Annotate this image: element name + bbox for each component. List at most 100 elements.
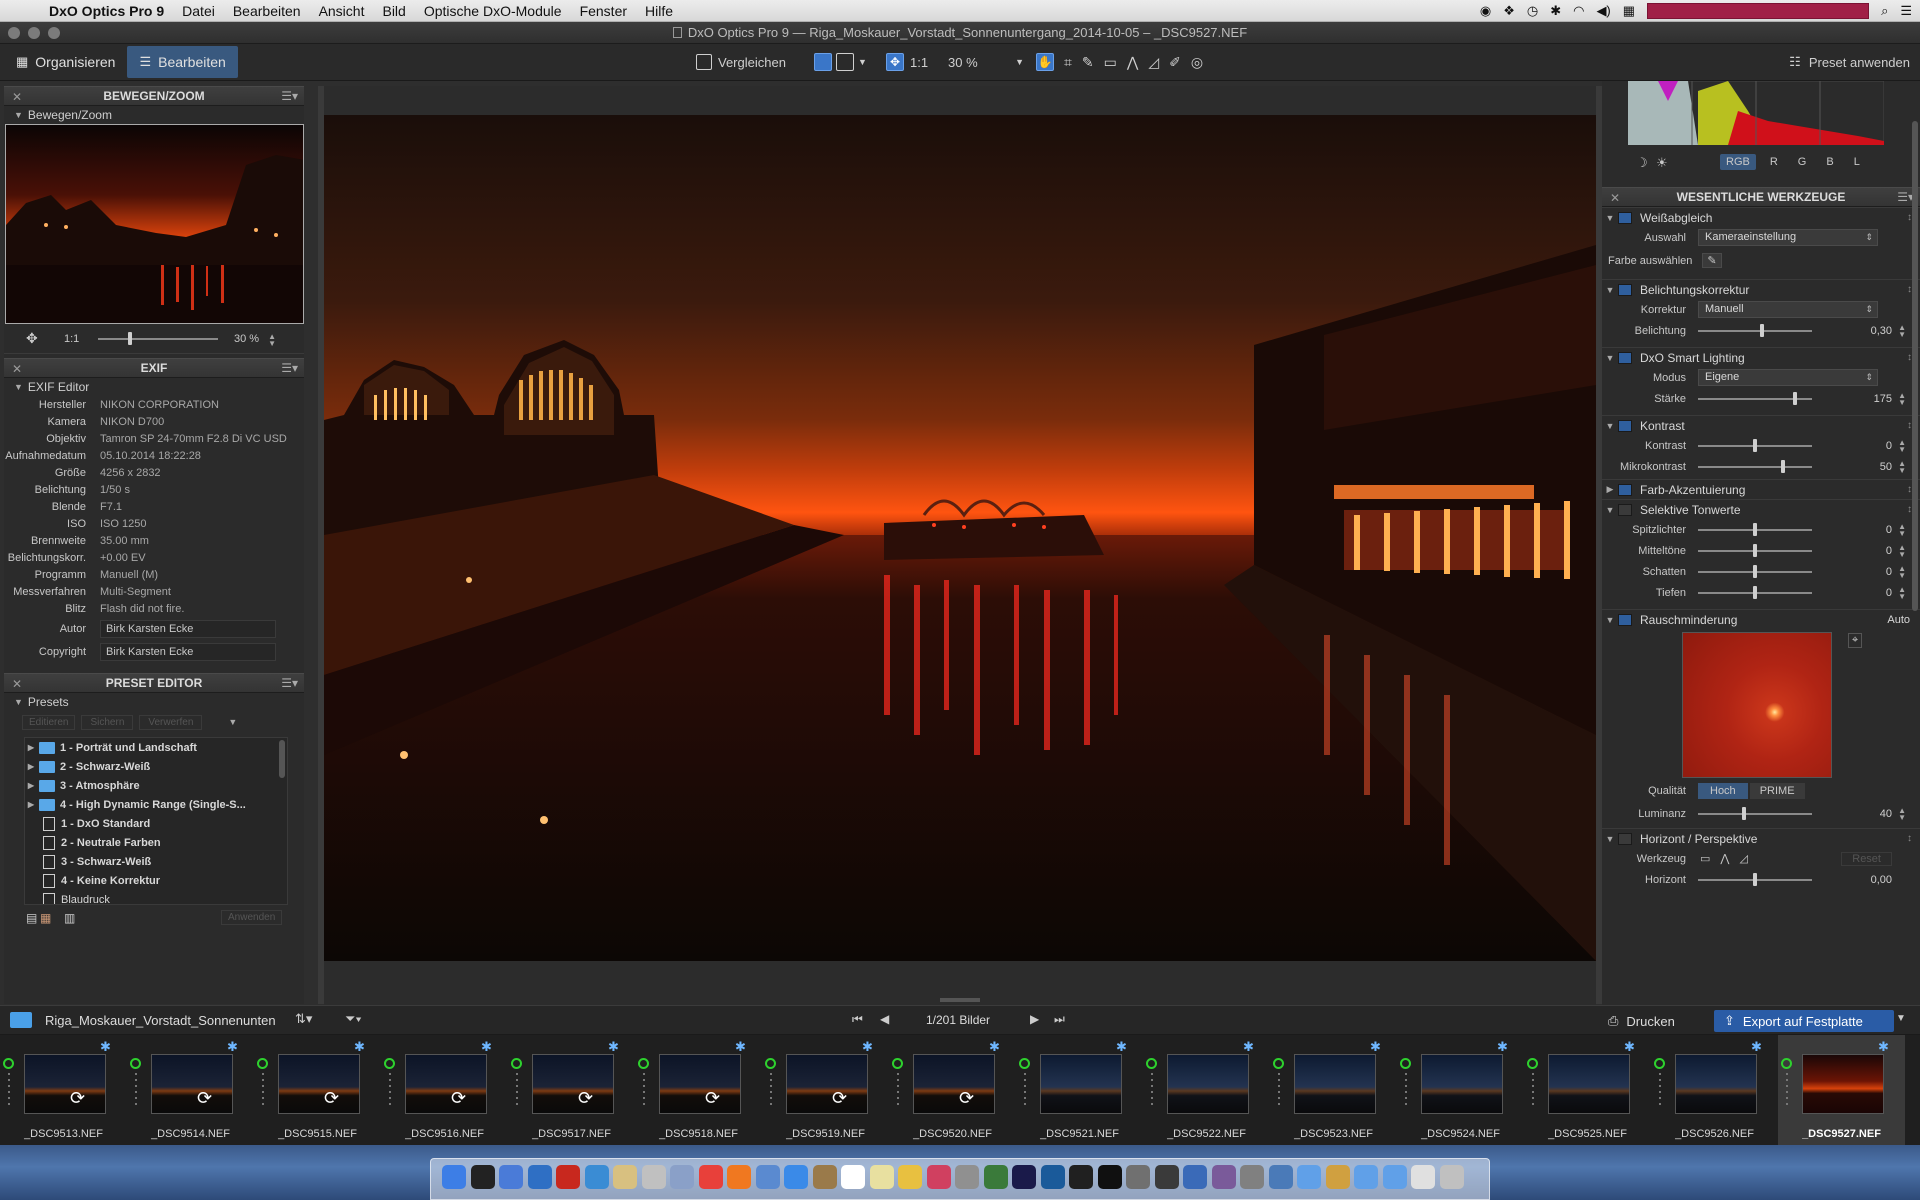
tone-stepper[interactable]: ▲ ▼ bbox=[1898, 522, 1906, 537]
tones-toggle[interactable] bbox=[1618, 503, 1632, 516]
preset-tree-item[interactable]: Blaudruck bbox=[25, 890, 287, 904]
dock-app-icon[interactable] bbox=[1097, 1165, 1122, 1189]
exif-value[interactable]: 1/50 s bbox=[100, 484, 130, 496]
dock-app-icon[interactable] bbox=[1183, 1165, 1207, 1189]
dock-app-icon[interactable] bbox=[584, 1165, 609, 1189]
tone-slider[interactable] bbox=[1698, 564, 1812, 578]
microcontrast-value[interactable]: 50 bbox=[1852, 461, 1892, 473]
exif-value[interactable]: NIKON CORPORATION bbox=[100, 399, 219, 411]
drag-handle[interactable] bbox=[516, 1073, 518, 1105]
menu-fenster[interactable]: Fenster bbox=[571, 3, 636, 19]
horizon-thumb[interactable] bbox=[1753, 872, 1757, 886]
move-zoom-section[interactable]: ▼ Bewegen/Zoom bbox=[4, 106, 304, 124]
menu-bild[interactable]: Bild bbox=[373, 3, 414, 19]
exif-value[interactable]: Multi-Segment bbox=[100, 586, 171, 598]
tone-slider-thumb[interactable] bbox=[1753, 543, 1757, 557]
pin-icon[interactable]: ↕ bbox=[1907, 833, 1912, 844]
export-button[interactable]: ⇪ Export auf Festplatte bbox=[1714, 1010, 1894, 1032]
loupe-icon[interactable]: ⌖ bbox=[1848, 633, 1863, 648]
dock-app-icon[interactable] bbox=[727, 1165, 751, 1189]
drag-handle[interactable] bbox=[643, 1073, 645, 1105]
tools-scrollbar[interactable] bbox=[1912, 121, 1918, 611]
close-icon[interactable]: ✕ bbox=[12, 362, 22, 376]
dock-app-icon[interactable] bbox=[955, 1165, 979, 1189]
crop-icon[interactable]: ⌗ bbox=[1064, 54, 1072, 71]
exposure-slider-thumb[interactable] bbox=[1760, 323, 1764, 337]
thumbnail-image[interactable] bbox=[1167, 1054, 1249, 1114]
eyedropper-icon[interactable]: ✎ bbox=[1082, 54, 1094, 71]
exif-value[interactable]: 05.10.2014 18:22:28 bbox=[100, 450, 201, 462]
sort-icon[interactable]: ⇅▾ bbox=[295, 1011, 312, 1027]
exif-editor-section[interactable]: ▼ EXIF Editor bbox=[4, 378, 304, 396]
dock-app-icon[interactable] bbox=[1240, 1165, 1264, 1189]
triangle-right-icon[interactable]: ▶ bbox=[25, 743, 37, 752]
horizon-value[interactable]: 0,00 bbox=[1852, 874, 1892, 886]
exif-value[interactable]: Flash did not fire. bbox=[100, 603, 184, 615]
volume-icon[interactable]: ◀) bbox=[1596, 3, 1610, 19]
color-accent-section[interactable]: ▶ Farb-Akzentuierung ↕ bbox=[1602, 479, 1920, 499]
luminance-thumb[interactable] bbox=[1742, 806, 1746, 820]
thumbnail-image[interactable] bbox=[1548, 1054, 1630, 1114]
contrast-stepper[interactable]: ▲ ▼ bbox=[1898, 438, 1906, 453]
tone-slider[interactable] bbox=[1698, 522, 1812, 536]
star-icon[interactable]: ✱ bbox=[481, 1039, 492, 1055]
filmstrip-thumb[interactable]: ✱ _DSC9521.NEF bbox=[1016, 1035, 1143, 1145]
drag-handle[interactable] bbox=[8, 1073, 10, 1105]
tone-value[interactable]: 0 bbox=[1852, 545, 1892, 557]
perspective-icon[interactable]: ⋀ bbox=[1127, 54, 1138, 71]
dock-app-icon[interactable] bbox=[1211, 1165, 1236, 1189]
thumbnail-image[interactable] bbox=[913, 1054, 995, 1114]
next-image-icon[interactable]: ▶ bbox=[1030, 1012, 1039, 1026]
dock-app-icon[interactable] bbox=[470, 1165, 495, 1189]
dock-app-icon[interactable] bbox=[1297, 1165, 1321, 1189]
noise-section[interactable]: ▼ Rauschminderung Auto bbox=[1602, 609, 1920, 629]
preset-tree-item[interactable]: ▶ 2 - Schwarz-Weiß bbox=[25, 757, 287, 776]
quality-prime-button[interactable]: PRIME bbox=[1749, 783, 1805, 799]
noise-toggle[interactable] bbox=[1618, 613, 1632, 626]
discard-preset-button[interactable]: Verwerfen bbox=[139, 714, 203, 730]
smart-lighting-section[interactable]: ▼ DxO Smart Lighting ↕ bbox=[1602, 347, 1920, 367]
channel-l[interactable]: L bbox=[1848, 154, 1866, 170]
drag-handle[interactable] bbox=[135, 1073, 137, 1105]
dock-app-icon[interactable] bbox=[812, 1165, 837, 1189]
duplicate-icon[interactable]: ▥ bbox=[64, 911, 75, 925]
dock-app-icon[interactable] bbox=[613, 1165, 637, 1189]
dock-app-icon[interactable] bbox=[869, 1165, 894, 1189]
print-button[interactable]: ⎙ Drucken bbox=[1608, 1010, 1675, 1032]
navigator-preview[interactable] bbox=[5, 124, 304, 324]
panel-menu-icon[interactable]: ☰▾ bbox=[281, 361, 298, 375]
dock-app-icon[interactable] bbox=[698, 1165, 723, 1189]
keystone-tool-icon[interactable]: ◿ bbox=[1739, 852, 1747, 865]
smart-strength-value[interactable]: 175 bbox=[1852, 393, 1892, 405]
color-accent-toggle[interactable] bbox=[1618, 483, 1632, 496]
dock-app-icon[interactable] bbox=[1354, 1165, 1378, 1189]
smart-strength-stepper[interactable]: ▲ ▼ bbox=[1898, 391, 1906, 406]
shadow-clip-icon[interactable]: ☽ bbox=[1636, 155, 1648, 171]
drag-handle[interactable] bbox=[1405, 1073, 1407, 1105]
dock-app-icon[interactable] bbox=[442, 1165, 466, 1189]
close-icon[interactable]: ✕ bbox=[12, 677, 22, 691]
menu-ansicht[interactable]: Ansicht bbox=[310, 3, 374, 19]
dock-app-icon[interactable] bbox=[1325, 1165, 1350, 1189]
filmstrip-thumb[interactable]: ✱ ⟳ _DSC9516.NEF bbox=[381, 1035, 508, 1145]
scrollbar[interactable] bbox=[279, 740, 285, 778]
exif-value[interactable]: ISO 1250 bbox=[100, 518, 146, 530]
contrast-value[interactable]: 0 bbox=[1852, 440, 1892, 452]
wb-section[interactable]: ▼ Weißabgleich ↕ bbox=[1602, 207, 1920, 227]
drag-handle[interactable] bbox=[1532, 1073, 1534, 1105]
apply-preset-button[interactable]: ☷ Preset anwenden bbox=[1789, 50, 1910, 74]
sync-icon[interactable]: ◉ bbox=[1480, 3, 1491, 19]
preset-tree-item[interactable]: 1 - DxO Standard bbox=[25, 814, 287, 833]
filmstrip-thumb[interactable]: ✱ _DSC9524.NEF bbox=[1397, 1035, 1524, 1145]
filmstrip-thumb[interactable]: ✱ ⟳ _DSC9518.NEF bbox=[635, 1035, 762, 1145]
exif-value[interactable]: F7.1 bbox=[100, 501, 122, 513]
reset-button[interactable]: Reset bbox=[1841, 851, 1892, 866]
contrast-thumb[interactable] bbox=[1753, 438, 1757, 452]
folder-name[interactable]: Riga_Moskauer_Vorstadt_Sonnenunten bbox=[45, 1013, 276, 1028]
thumbnail-image[interactable] bbox=[278, 1054, 360, 1114]
filmstrip-thumb[interactable]: ✱ ⟳ _DSC9517.NEF bbox=[508, 1035, 635, 1145]
target-icon[interactable]: ◎ bbox=[1191, 54, 1203, 71]
filmstrip-thumb[interactable]: ✱ ⟳ _DSC9515.NEF bbox=[254, 1035, 381, 1145]
star-icon[interactable]: ✱ bbox=[354, 1039, 365, 1055]
tone-slider-thumb[interactable] bbox=[1753, 585, 1757, 599]
